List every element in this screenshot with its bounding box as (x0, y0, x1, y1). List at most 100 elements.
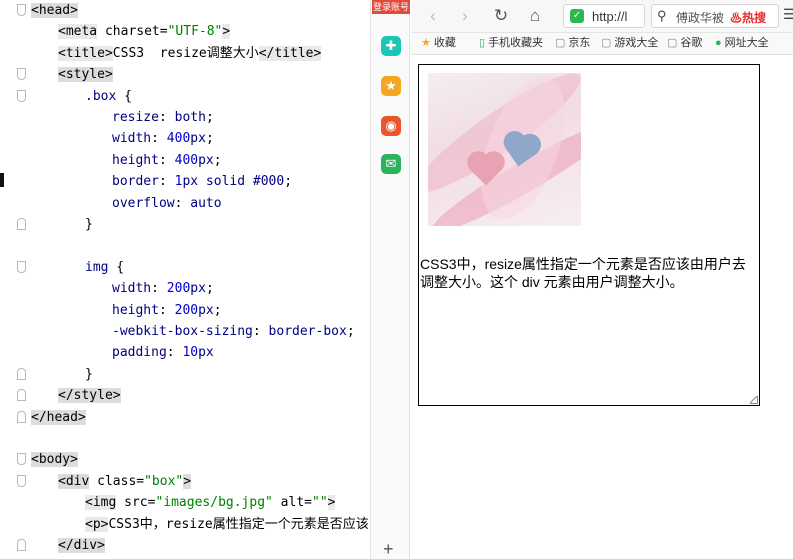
bookmark-item[interactable]: ▢ 谷歌 (667, 36, 702, 51)
code-line[interactable]: overflow: auto (0, 193, 370, 214)
bookmark-icon: ▯ (479, 37, 486, 49)
code-token: img (85, 259, 109, 275)
fold-toggle-icon[interactable] (17, 260, 26, 273)
code-line[interactable]: </div> (0, 535, 370, 556)
page-viewport: CSS3中，resize属性指定一个元素是否应该由用户去调整大小。这个 div … (411, 55, 793, 559)
login-account-button[interactable]: 登录账号 (372, 0, 410, 14)
fold-toggle-icon[interactable] (17, 367, 26, 380)
fold-toggle-icon[interactable] (17, 539, 26, 551)
bookmark-item[interactable]: ▢ 京东 (555, 36, 590, 51)
code-text: height: 200px; (112, 300, 222, 321)
code-token: ; (205, 110, 214, 125)
code-text: } (85, 214, 93, 235)
code-token: : (151, 131, 167, 147)
star-icon[interactable]: ★ (381, 76, 401, 96)
code-line[interactable]: </style> (0, 385, 370, 406)
forward-button[interactable]: › (455, 6, 475, 26)
code-line[interactable]: resize: both; (0, 107, 370, 128)
hot-search-badge[interactable]: ♨热搜 (730, 9, 766, 26)
code-line[interactable]: <p>CSS3中，resize属性指定一个元素是否应该由 (0, 514, 370, 535)
reload-button[interactable]: ↻ (491, 6, 511, 26)
fold-toggle-icon[interactable] (17, 68, 26, 81)
search-input[interactable]: ⚲ 傅政华被 ♨热搜 (651, 4, 779, 28)
code-token: border-box (268, 324, 347, 339)
code-text: padding: 10px (112, 342, 214, 363)
code-token: 400 (174, 152, 199, 168)
bookmark-item[interactable]: ▢ 游戏大全 (601, 36, 658, 51)
plus-circle-icon[interactable]: ✚ (381, 36, 401, 56)
weibo-icon[interactable]: ◉ (381, 116, 401, 136)
menu-icon[interactable]: ☰ (783, 6, 793, 23)
bookmark-icon: ▢ (601, 37, 612, 49)
code-line[interactable]: } (0, 364, 370, 385)
code-token: } (85, 217, 93, 232)
code-token: ; (205, 131, 214, 147)
code-token: </style> (58, 388, 121, 404)
bookmark-label: 游戏大全 (614, 37, 659, 49)
code-line[interactable]: width: 400px; (0, 128, 370, 149)
code-text: </div> (58, 535, 105, 556)
code-token: ; (213, 152, 222, 168)
code-token: : (174, 195, 191, 211)
code-editor[interactable]: <head> <meta charset="UTF-8"> <title>CSS3 … (0, 0, 370, 559)
browser-toolbar: ‹ › ↻ ⌂ ✓ http://l ⚲ 傅政华被 ♨热搜 ☰ (411, 0, 793, 33)
code-text: width: 400px; (112, 128, 214, 149)
code-line[interactable]: </head> (0, 407, 370, 428)
code-line[interactable]: img { (0, 257, 370, 278)
code-token: overflow (112, 195, 175, 211)
code-token: : (166, 345, 183, 361)
code-text: <body> (31, 449, 78, 470)
address-bar[interactable]: ✓ http://l (563, 4, 645, 28)
bookmark-item[interactable]: ★ 收藏 (421, 36, 456, 51)
code-line[interactable]: <head> (0, 0, 370, 21)
code-token: px (198, 302, 214, 318)
code-line[interactable] (0, 428, 370, 449)
resize-handle[interactable] (750, 396, 758, 404)
code-line[interactable]: <title>CSS3 resize调整大小</title> (0, 43, 370, 64)
code-token: src= (116, 495, 156, 511)
code-line[interactable]: <meta charset="UTF-8"> (0, 21, 370, 42)
code-line[interactable]: <img src="images/bg.jpg" alt=""> (0, 492, 370, 513)
code-line[interactable]: } (0, 214, 370, 235)
code-line[interactable]: <body> (0, 449, 370, 470)
bookmark-label: 谷歌 (680, 37, 703, 49)
code-token: { (108, 259, 125, 275)
fold-toggle-icon[interactable] (17, 410, 26, 423)
code-line[interactable]: height: 200px; (0, 300, 370, 321)
code-text: <div class="box"> (58, 471, 192, 492)
code-token: ; (284, 174, 293, 190)
code-text: <style> (58, 64, 113, 85)
code-token: : (252, 324, 269, 339)
code-token: width (112, 281, 152, 297)
code-line[interactable] (0, 235, 370, 256)
home-button[interactable]: ⌂ (525, 6, 545, 26)
code-line[interactable]: width: 200px; (0, 278, 370, 299)
fold-toggle-icon[interactable] (17, 389, 26, 402)
code-token: px (198, 152, 214, 168)
resizable-box[interactable]: CSS3中，resize属性指定一个元素是否应该由用户去调整大小。这个 div … (418, 64, 760, 406)
fold-toggle-icon[interactable] (17, 474, 26, 487)
code-line[interactable]: border: 1px solid #000; (0, 171, 370, 192)
code-token: <title> (58, 45, 113, 61)
fold-toggle-icon[interactable] (17, 89, 26, 102)
code-line[interactable]: <div class="box"> (0, 471, 370, 492)
code-line[interactable]: -webkit-box-sizing: border-box; (0, 321, 370, 342)
mail-icon[interactable]: ✉ (381, 154, 401, 174)
fold-toggle-icon[interactable] (17, 453, 26, 466)
code-line[interactable]: padding: 10px (0, 342, 370, 363)
add-sidebar-item-button[interactable]: + (383, 540, 394, 558)
bookmark-item[interactable]: ● 网址大全 (715, 36, 769, 51)
code-token: alt= (272, 495, 312, 511)
bookmark-item[interactable]: ▯ 手机收藏夹 (479, 36, 543, 51)
code-line[interactable]: height: 400px; (0, 150, 370, 171)
fold-toggle-icon[interactable] (17, 4, 26, 16)
code-text: <meta charset="UTF-8"> (58, 21, 231, 42)
code-line[interactable]: .box { (0, 86, 370, 107)
code-token: 200 (174, 302, 199, 318)
back-button[interactable]: ‹ (423, 6, 443, 26)
fold-toggle-icon[interactable] (17, 218, 26, 230)
code-line[interactable]: <style> (0, 64, 370, 85)
code-token: padding (112, 345, 167, 361)
code-text: width: 200px; (112, 278, 214, 299)
code-token: "UTF-8" (167, 24, 223, 40)
